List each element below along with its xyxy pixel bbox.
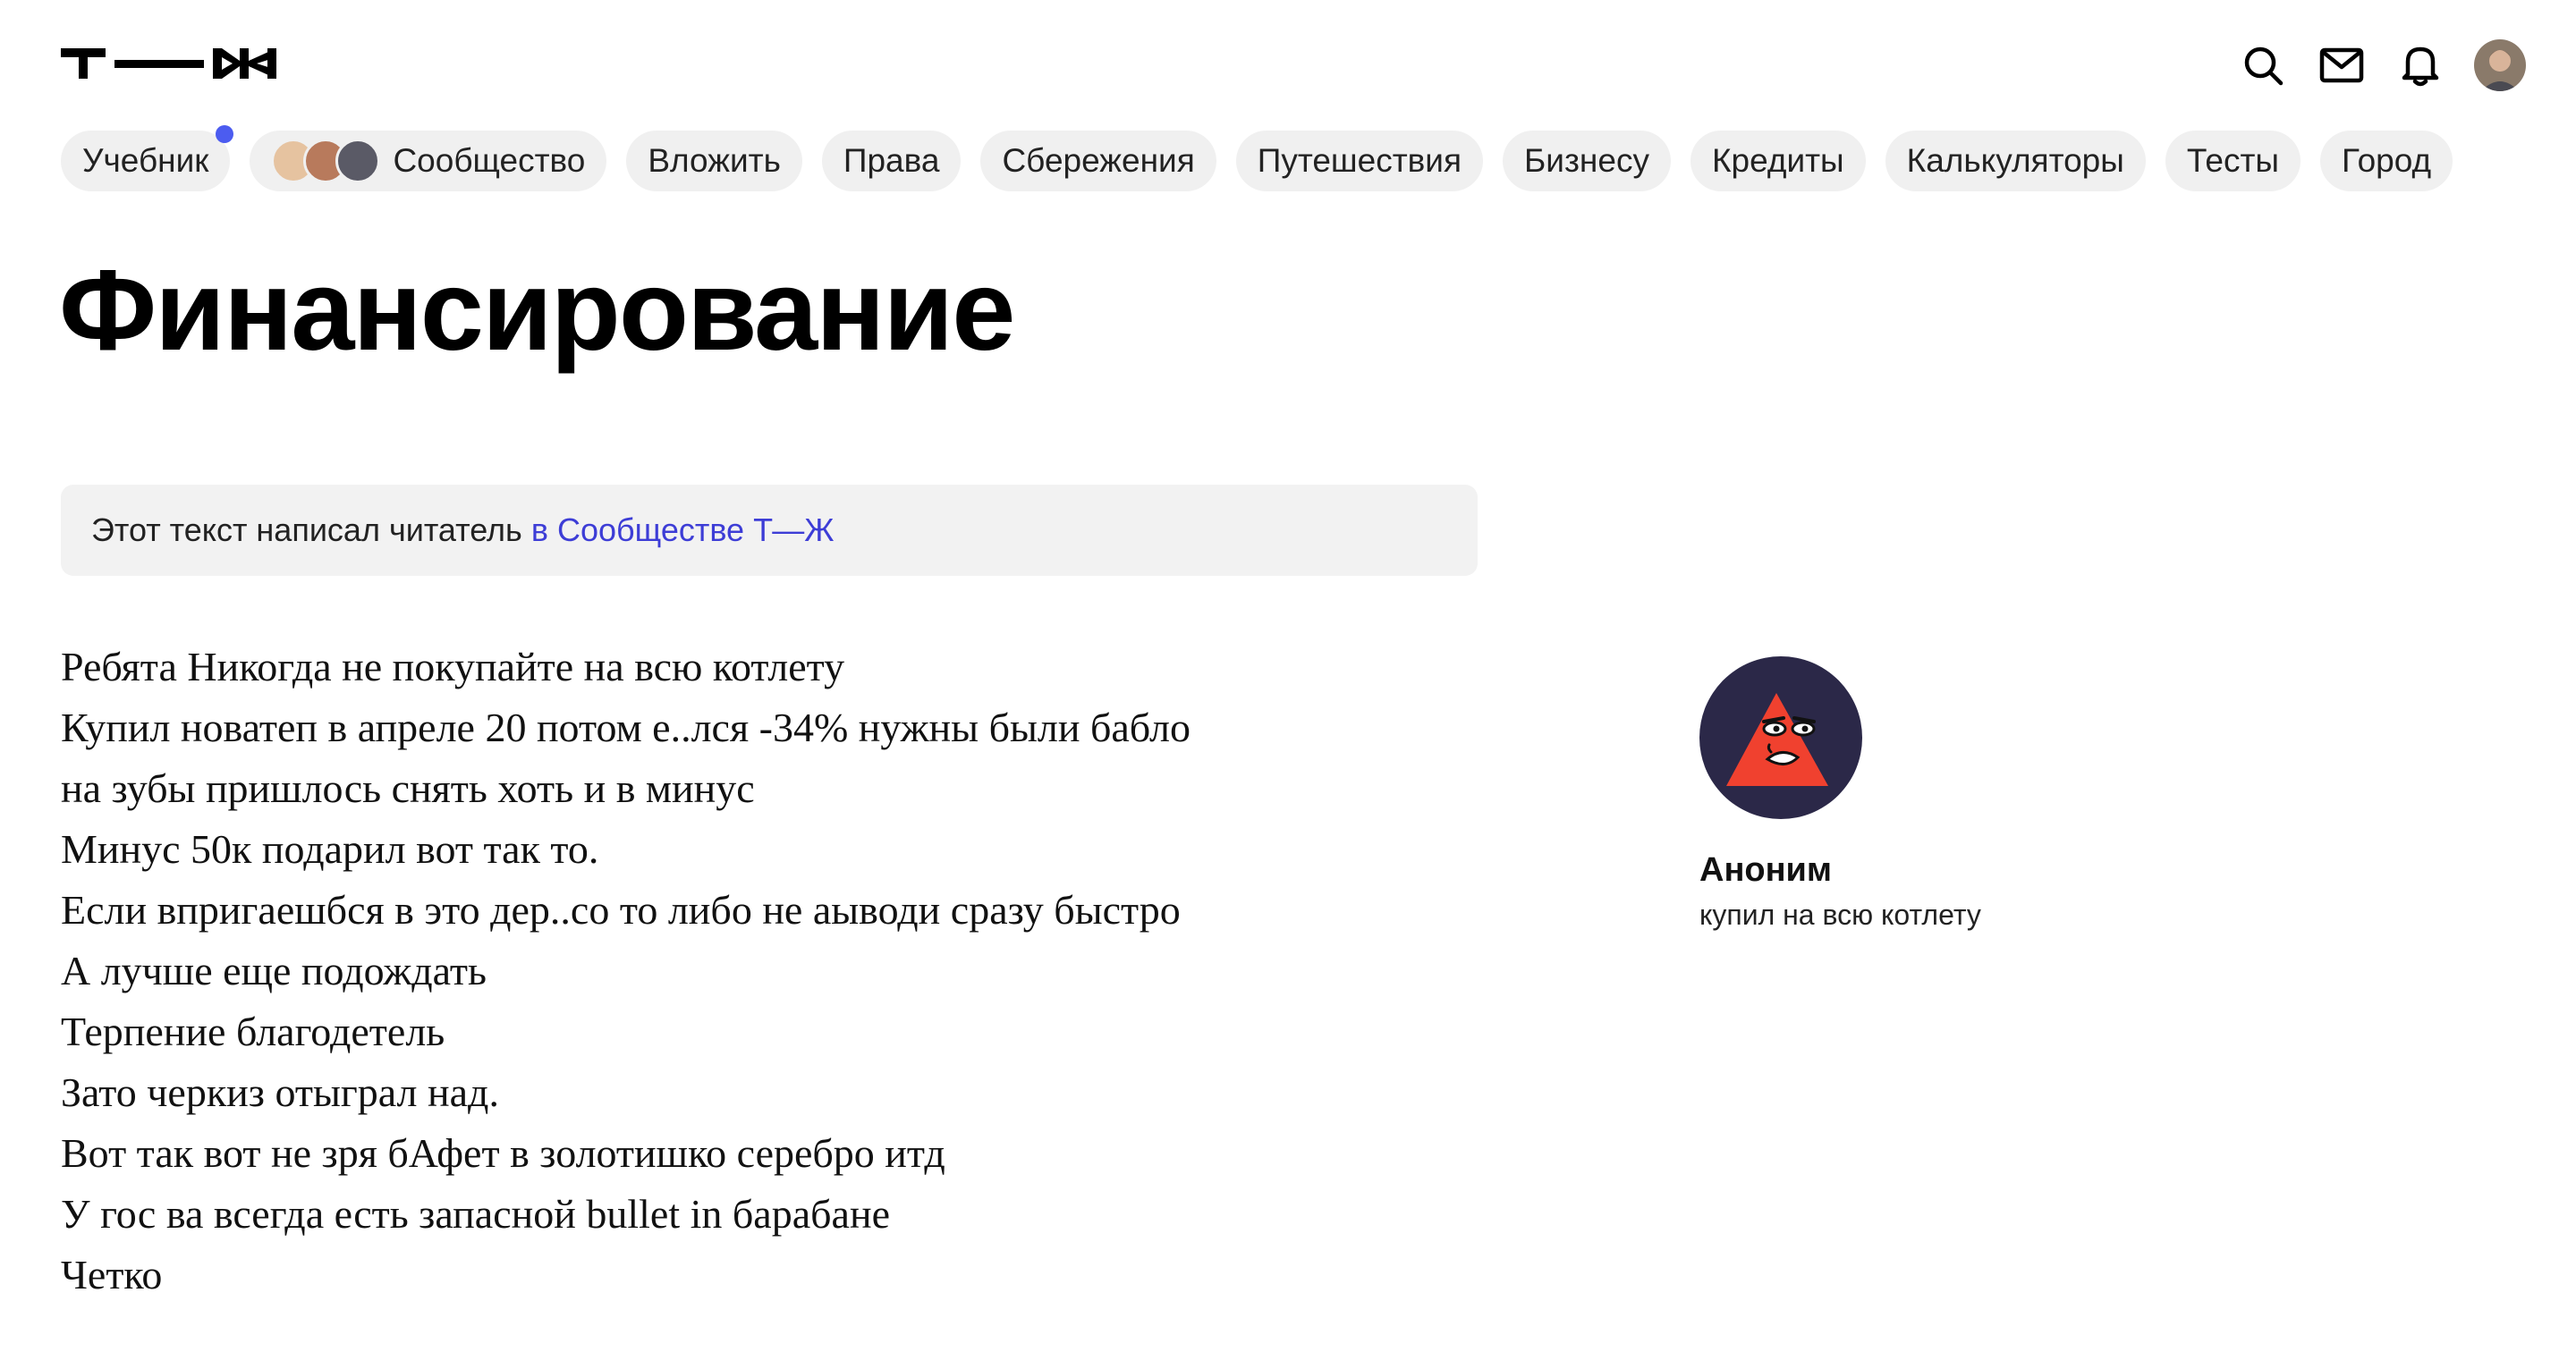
new-indicator-dot xyxy=(216,125,234,143)
nav-item-label: Кредиты xyxy=(1711,142,1844,179)
author-avatar[interactable] xyxy=(1699,656,1862,819)
community-avatar xyxy=(335,139,381,183)
community-notice: Этот текст написал читатель в Сообществе… xyxy=(61,485,1478,576)
tzh-logo[interactable] xyxy=(61,48,277,85)
anonymous-triangle-icon xyxy=(1726,693,1828,786)
nav-item-credits[interactable]: Кредиты xyxy=(1690,131,1866,191)
nav-item-label: Тесты xyxy=(2186,142,2280,179)
nav-item-label: Город xyxy=(2342,142,2432,179)
nav-item-uchebnik[interactable]: Учебник xyxy=(61,125,234,191)
nav-item-business[interactable]: Бизнесу xyxy=(1503,131,1671,191)
search-button[interactable] xyxy=(2238,40,2288,90)
article-line: на зубы пришлось снять хоть и в минус xyxy=(61,765,755,811)
article-line: Терпение благодетель xyxy=(61,1009,445,1054)
nav-item-label: Сообщество xyxy=(393,142,586,179)
nav-item-travel[interactable]: Путешествия xyxy=(1235,131,1484,191)
article-body: Ребята Никогда не покупайте на всю котле… xyxy=(61,637,1528,1306)
bell-icon xyxy=(2402,46,2439,87)
nav-item-savings[interactable]: Сбережения xyxy=(980,131,1216,191)
mail-button[interactable] xyxy=(2317,40,2367,90)
nav-item-label: Вложить xyxy=(648,142,781,179)
nav-item-label: Права xyxy=(843,142,940,179)
nav-item-community[interactable]: Сообщество xyxy=(250,131,607,191)
tzh-logo-icon xyxy=(61,48,276,79)
mail-icon xyxy=(2319,47,2364,83)
article-line: Если впригаешбся в это дер..со то либо н… xyxy=(61,887,1181,933)
category-nav: Учебник Сообщество Вложить Права Сбереже… xyxy=(61,125,2453,191)
article-line: Купил новатеп в апреле 20 потом е..лся -… xyxy=(61,705,1191,750)
article-line: Четко xyxy=(61,1252,163,1297)
article-line: У гос ва всегда есть запасной bullet in … xyxy=(61,1191,890,1237)
nav-item-rights[interactable]: Права xyxy=(821,131,962,191)
article-line: Вот так вот не зря бАфет в золотишко сер… xyxy=(61,1130,945,1176)
nav-item-city[interactable]: Город xyxy=(2320,131,2453,191)
community-avatars xyxy=(271,139,381,183)
article-line: А лучше еще подождать xyxy=(61,948,487,993)
article-line: Ребята Никогда не покупайте на всю котле… xyxy=(61,644,845,689)
community-link[interactable]: в Сообществе Т—Ж xyxy=(531,511,835,549)
author-subtitle: купил на всю котлету xyxy=(1699,899,1981,931)
nav-item-calculators[interactable]: Калькуляторы xyxy=(1885,131,2146,191)
notice-text: Этот текст написал читатель xyxy=(91,511,522,548)
nav-item-label: Учебник xyxy=(82,142,209,179)
nav-item-tests[interactable]: Тесты xyxy=(2165,131,2301,191)
search-icon xyxy=(2244,46,2284,86)
nav-item-label: Путешествия xyxy=(1257,142,1462,179)
author-card: Аноним купил на всю котлету xyxy=(1699,656,1981,932)
article-line: Зато черкиз отыграл над. xyxy=(61,1069,499,1115)
nav-item-invest[interactable]: Вложить xyxy=(626,131,802,191)
nav-item-label: Сбережения xyxy=(1002,142,1195,179)
nav-item-label: Калькуляторы xyxy=(1906,142,2124,179)
author-name[interactable]: Аноним xyxy=(1699,851,1981,890)
article-line: Минус 50к подарил вот так то. xyxy=(61,826,599,872)
notifications-button[interactable] xyxy=(2395,40,2445,90)
header-actions xyxy=(2238,39,2526,91)
nav-item-label: Бизнесу xyxy=(1524,142,1649,179)
user-avatar-image xyxy=(2474,39,2526,91)
page-title: Финансирование xyxy=(59,247,1015,375)
user-avatar[interactable] xyxy=(2474,39,2526,91)
